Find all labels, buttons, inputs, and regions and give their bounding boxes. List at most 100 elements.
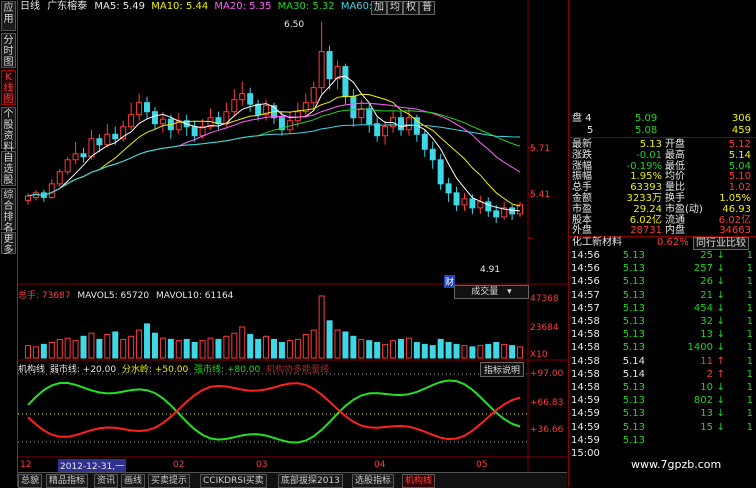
- tick-price: 5.13: [622, 276, 645, 288]
- volume-bar: [271, 338, 277, 359]
- tick-volume: 13: [700, 408, 713, 420]
- tick-row: 14:58 5.14 2 ↑ 1: [569, 369, 756, 380]
- normal-button[interactable]: 普: [419, 1, 435, 15]
- industry-compare-button[interactable]: 同行业比较: [693, 237, 749, 250]
- quote-value-2: 5.14: [728, 149, 751, 161]
- candle-body: [104, 133, 111, 146]
- add-button[interactable]: 加: [371, 1, 387, 15]
- tab-overview[interactable]: 总貌: [18, 474, 43, 488]
- quote-row-3: 振幅 1.95% 均价 5.10: [569, 171, 756, 182]
- tab-premium-indicators[interactable]: 精品指标: [46, 474, 89, 488]
- candle-body: [88, 138, 95, 158]
- volume-bar: [24, 345, 31, 359]
- candle-body: [255, 103, 262, 116]
- candle-body: [151, 111, 158, 125]
- quote-label-2: 流通: [665, 214, 685, 226]
- tab-ranking[interactable]: 综合排名: [1, 188, 16, 234]
- candle-body: [477, 201, 484, 209]
- candle-body: [421, 133, 428, 150]
- x-label-3: 03: [256, 460, 268, 470]
- tick-time: 14:57: [571, 302, 600, 314]
- tick-volume: 32: [700, 316, 713, 327]
- quote-panel: 盘 4 5.09 306 5 5.08 459 最新 5.13 开盘 5.12 涨跌 -0…: [568, 0, 756, 487]
- volume-bar: [286, 340, 293, 359]
- adjust-button[interactable]: 权: [403, 1, 419, 15]
- tick-row: 14:59 5.13 802 ↓ 1: [569, 395, 756, 406]
- tab-kline[interactable]: K线图: [1, 70, 16, 105]
- tick-volume: 13: [700, 329, 713, 341]
- indicator-help-button[interactable]: 指标说明: [480, 362, 525, 377]
- candle-body: [144, 102, 151, 113]
- tick-price: 5.13: [622, 289, 645, 301]
- tick-row: 14:58 5.14 11 ↑ 1: [569, 356, 756, 367]
- candle-body: [96, 138, 103, 146]
- quote-value-2: 1.05%: [719, 193, 751, 204]
- tick-volume: 1400: [687, 342, 713, 354]
- arrow-down-icon: ↓: [716, 276, 725, 288]
- tab-drawing[interactable]: 画线: [121, 474, 146, 488]
- high-marker: 6.50: [284, 20, 305, 30]
- tab-bottom-probe[interactable]: 底部拔探2013: [278, 474, 343, 488]
- tab-apps[interactable]: 应用: [1, 1, 16, 31]
- arrow-down-icon: ↓: [716, 408, 725, 420]
- volume-scale-top: 47368: [530, 294, 559, 304]
- arrow-down-icon: ↓: [716, 329, 725, 341]
- x-label-2: 02: [173, 460, 185, 470]
- candle-body: [445, 183, 452, 194]
- ma5-label: MA5: 5.49: [94, 1, 146, 12]
- tab-stock-picker[interactable]: 选股指标: [352, 474, 395, 488]
- quote-label: 总手: [572, 182, 592, 194]
- quote-value: 6.02亿: [629, 214, 662, 226]
- volume-bar: [517, 346, 524, 359]
- tick-volume: 21: [700, 289, 713, 301]
- avg-button[interactable]: 均: [387, 1, 403, 15]
- price-label-2: 5.41: [530, 190, 551, 200]
- tab-institution-line[interactable]: 机构线: [402, 474, 436, 488]
- volume-bar: [191, 342, 198, 359]
- quote-value-2: 5.12: [728, 139, 751, 150]
- arrow-down-icon: ↓: [716, 302, 725, 314]
- tab-timeshare[interactable]: 分时图: [1, 33, 16, 68]
- indicator-dropdown[interactable]: 成交量 ▾: [454, 285, 529, 299]
- tick-time: 14:58: [571, 342, 600, 354]
- volume-bar: [175, 340, 182, 359]
- candle-body: [64, 159, 71, 173]
- tick-time: 14:58: [571, 316, 600, 327]
- quote-label-2: 均价: [665, 171, 685, 183]
- quote-label-2: 开盘: [665, 139, 685, 150]
- volume-bar: [310, 329, 317, 359]
- volume-bar: [485, 343, 492, 359]
- tick-price: 5.13: [622, 316, 645, 327]
- candle-body: [382, 126, 389, 137]
- volume-bar: [342, 331, 349, 359]
- tick-price: 5.13: [622, 329, 645, 341]
- tab-trade-tips[interactable]: 买卖提示: [148, 474, 191, 488]
- tick-row: 14:56 5.13 25 ↓ 1: [569, 250, 756, 261]
- tab-news[interactable]: 资讯: [94, 474, 119, 488]
- period-label: 日线: [20, 1, 40, 12]
- tab-watchlist[interactable]: 自选股: [1, 151, 16, 186]
- volume-scale-unit: X10: [530, 350, 548, 360]
- quote-label-2: 量比: [665, 182, 685, 194]
- quote-label-2: 最低: [665, 160, 685, 172]
- candle-body: [461, 198, 468, 206]
- tick-volume: 26: [700, 276, 713, 288]
- kline-svg[interactable]: [18, 0, 567, 472]
- volume-bar: [294, 338, 301, 359]
- candle-body: [294, 111, 301, 122]
- ask-price: 5.09: [635, 113, 658, 124]
- x-label-4: 04: [374, 460, 386, 470]
- left-tab-column: 应用 分时图 K线图 个股资料 自选股 综合排名 更多: [0, 0, 18, 487]
- quote-label-2: 换手: [665, 193, 685, 204]
- candle-body: [48, 183, 55, 198]
- quote-label-2: 市盈(动): [665, 203, 703, 215]
- tab-stock-info[interactable]: 个股资料: [1, 107, 16, 153]
- tab-ccikdrsi[interactable]: CCIKDRSI买卖: [200, 474, 267, 488]
- quote-label: 股本: [572, 214, 592, 226]
- tick-time: 14:59: [571, 408, 600, 420]
- tab-more[interactable]: 更多: [1, 232, 16, 256]
- tick-time: 14:56: [571, 276, 600, 288]
- volume-bar: [32, 346, 39, 359]
- kline-chart-area: 日线 广东榕泰 MA5: 5.49 MA10: 5.44 MA20: 5.35 …: [18, 0, 567, 472]
- candle-body: [453, 192, 460, 206]
